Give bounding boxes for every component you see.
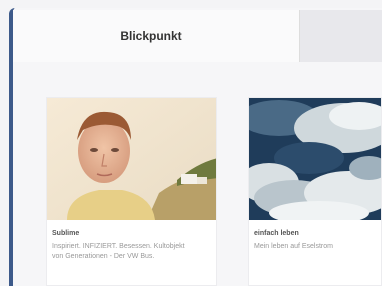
card-excerpt: Mein leben auf Eselstrom xyxy=(254,243,333,250)
article-card-sublime[interactable]: Sublime Inspiriert. INFIZIERT. Besessen.… xyxy=(46,97,217,286)
card-title[interactable]: Sublime xyxy=(52,230,216,237)
cloudy-sky-icon xyxy=(249,98,381,220)
tab-blickpunkt-label: Blickpunkt xyxy=(120,29,182,43)
tab-secondary[interactable] xyxy=(299,10,382,62)
portrait-photo-image[interactable] xyxy=(47,98,216,220)
card-title[interactable]: einfach leben xyxy=(254,230,381,237)
portrait-photo-icon xyxy=(47,98,216,220)
card-excerpt: Inspiriert. INFIZIERT. Besessen. Kultobj… xyxy=(52,243,185,260)
article-card-einfach-leben[interactable]: einfach leben Mein leben auf Eselstrom xyxy=(248,97,382,286)
tab-blickpunkt[interactable]: Blickpunkt xyxy=(13,10,299,62)
cloudy-sky-image[interactable] xyxy=(249,98,381,220)
